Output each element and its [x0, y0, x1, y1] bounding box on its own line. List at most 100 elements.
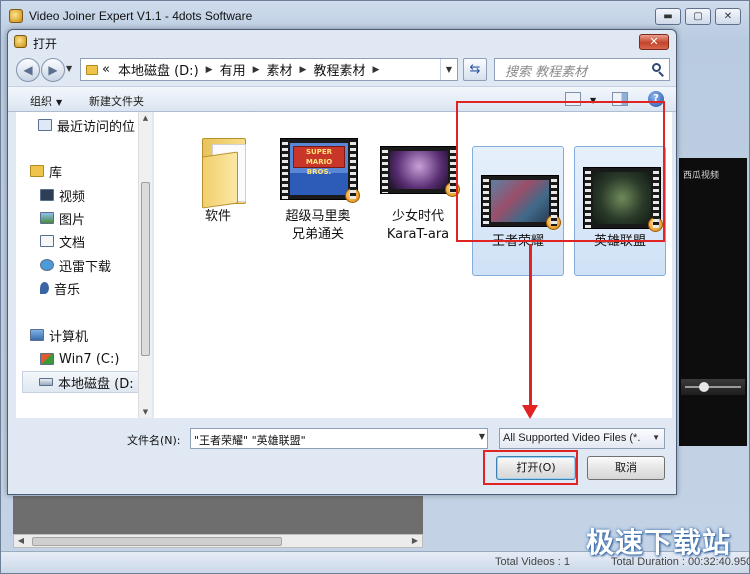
scroll-left-icon[interactable]: ◀: [14, 535, 28, 547]
windows-drive-icon: [40, 353, 54, 365]
filename-value: "王者荣耀" "英雄联盟": [194, 434, 306, 447]
change-view-icon[interactable]: [565, 92, 581, 106]
search-input[interactable]: 搜索 教程素材: [494, 58, 670, 81]
recent-locations-dropdown[interactable]: ▼: [66, 64, 72, 73]
recent-places-icon: [38, 119, 52, 131]
document-library-icon: [40, 235, 54, 247]
nav-item-library[interactable]: 库: [30, 160, 151, 182]
nav-item-label: 音乐: [54, 282, 81, 298]
nav-item-label: 最近访问的位: [57, 119, 136, 135]
nav-item-computer[interactable]: 计算机: [30, 324, 151, 346]
app-logo-icon: [9, 9, 23, 23]
back-button[interactable]: ◀: [16, 58, 40, 82]
breadcrumb-separator-icon[interactable]: ▶: [372, 65, 379, 75]
nav-item-label: 视频: [59, 189, 86, 205]
breadcrumb-tutorial-material[interactable]: 教程素材: [313, 60, 365, 79]
breadcrumb-drive-d[interactable]: 本地磁盘 (D:): [118, 60, 199, 79]
video-thumbnail: ▶: [481, 175, 561, 230]
video-overlay-text: 西瓜视频: [683, 171, 720, 181]
annotation-arrow-line: [529, 244, 532, 410]
preview-pane-icon[interactable]: [612, 92, 628, 106]
dialog-close-button[interactable]: ✕: [639, 34, 669, 50]
seek-track: [685, 386, 741, 388]
play-icon: ▶: [648, 217, 663, 232]
nav-item-recent-places[interactable]: 最近访问的位: [38, 114, 151, 136]
breadcrumb-separator-icon[interactable]: ▶: [206, 65, 213, 75]
breadcrumb-overflow[interactable]: «: [102, 62, 110, 77]
back-arrow-icon: ◀: [23, 63, 33, 77]
video-thumbnail: ▶: [583, 167, 663, 232]
open-button[interactable]: 打开(O): [496, 456, 576, 480]
view-options-dropdown[interactable]: ▼: [586, 93, 596, 106]
nav-item-pictures[interactable]: 图片: [40, 207, 151, 229]
breadcrumb-separator-icon[interactable]: ▶: [300, 65, 307, 75]
dialog-titlebar: 打开 ✕: [8, 30, 676, 54]
annotation-arrow-head-icon: [522, 405, 538, 419]
nav-item-label: 计算机: [49, 329, 89, 345]
nav-item-thunder-downloads[interactable]: 迅雷下载: [40, 254, 151, 276]
scroll-up-icon[interactable]: ▲: [139, 114, 152, 122]
new-folder-button[interactable]: 新建文件夹: [89, 93, 144, 109]
seek-knob[interactable]: [699, 382, 709, 392]
nav-item-videos[interactable]: 视频: [40, 184, 151, 206]
chevron-down-icon[interactable]: ▼: [479, 432, 485, 441]
search-icon[interactable]: [651, 62, 665, 77]
nav-item-label: 本地磁盘 (D:: [58, 376, 134, 392]
file-label: 英雄联盟: [593, 234, 646, 249]
library-icon: [30, 165, 44, 177]
filename-input[interactable]: "王者荣耀" "英雄联盟" ▼: [190, 428, 488, 449]
horizontal-scrollbar[interactable]: ◀ ▶: [13, 534, 423, 548]
cancel-button[interactable]: 取消: [587, 456, 665, 480]
video-library-icon: [40, 189, 54, 201]
scroll-down-icon[interactable]: ▼: [139, 408, 152, 416]
dialog-app-icon: [14, 35, 27, 48]
video-thumbnail: SUPER MARIO BROS. ▶: [280, 138, 360, 203]
video-thumbnail: ▶: [380, 146, 460, 197]
scrollbar-thumb[interactable]: [32, 537, 282, 546]
refresh-button[interactable]: ⇆: [463, 58, 487, 81]
seek-slider[interactable]: [681, 379, 745, 395]
scroll-right-icon[interactable]: ▶: [408, 535, 422, 547]
forward-button[interactable]: ▶: [41, 58, 65, 82]
nav-item-documents[interactable]: 文档: [40, 230, 151, 252]
minimize-button[interactable]: ▬: [655, 8, 681, 25]
file-list-view: 软件 SUPER MARIO BROS. ▶ 超级马里奥 兄弟通关 ▶ 少女时代…: [154, 112, 672, 418]
chevron-down-icon[interactable]: ▼: [652, 433, 660, 442]
picture-library-icon: [40, 212, 54, 224]
help-icon[interactable]: ?: [648, 91, 664, 107]
breadcrumb-sucai[interactable]: 素材: [267, 60, 293, 79]
open-dialog: 打开 ✕ ◀ ▶ ▼ « 本地磁盘 (D:) ▶ 有用 ▶ 素材 ▶ 教程素材 …: [7, 29, 677, 495]
close-button[interactable]: ✕: [715, 8, 741, 25]
navigation-pane: 最近访问的位 库 视频 图片 文档 迅雷下载 音乐 计算机 Win7 (C:) …: [16, 112, 152, 418]
address-dropdown-icon[interactable]: ▼: [440, 59, 457, 80]
refresh-icon: ⇆: [469, 62, 481, 77]
file-label: 王者荣耀: [491, 234, 544, 249]
file-item-video-league-of-legends[interactable]: ▶ 英雄联盟: [574, 146, 666, 276]
search-placeholder: 搜索 教程素材: [505, 65, 588, 80]
nav-item-music[interactable]: 音乐: [40, 277, 151, 299]
file-label: 少女时代 KaraT-ara: [386, 209, 450, 242]
file-item-video-honor-of-kings[interactable]: ▶ 王者荣耀: [472, 146, 564, 276]
organize-menu[interactable]: 组织 ▼: [30, 93, 62, 109]
play-icon: ▶: [546, 215, 561, 230]
file-item-folder-software[interactable]: 软件: [172, 118, 264, 248]
nav-item-drive-c[interactable]: Win7 (C:): [40, 348, 151, 370]
video-list-panel: [13, 496, 423, 534]
maximize-button[interactable]: ▢: [685, 8, 711, 25]
breadcrumb-separator-icon[interactable]: ▶: [253, 65, 260, 75]
thumbnail-image: SUPER MARIO BROS.: [290, 143, 348, 195]
navigation-pane-scrollbar[interactable]: ▲ ▼: [138, 112, 152, 418]
scrollbar-thumb[interactable]: [141, 182, 150, 356]
dialog-title: 打开: [33, 37, 58, 51]
chevron-down-icon: ▼: [590, 96, 597, 105]
breadcrumb-youyong[interactable]: 有用: [220, 60, 246, 79]
file-item-video-mario[interactable]: SUPER MARIO BROS. ▶ 超级马里奥 兄弟通关: [272, 118, 364, 248]
address-bar[interactable]: « 本地磁盘 (D:) ▶ 有用 ▶ 素材 ▶ 教程素材 ▶ ▼: [80, 58, 458, 81]
nav-item-label: 文档: [59, 235, 86, 251]
file-label: 软件: [204, 209, 231, 224]
file-type-select[interactable]: All Supported Video Files (*. ▼: [499, 428, 665, 449]
file-item-video-girls-generation[interactable]: ▶ 少女时代 KaraT-ara: [372, 118, 464, 248]
play-icon: ▶: [445, 182, 460, 197]
nav-item-label: Win7 (C:): [59, 351, 120, 367]
nav-item-drive-d[interactable]: 本地磁盘 (D:: [22, 371, 146, 393]
